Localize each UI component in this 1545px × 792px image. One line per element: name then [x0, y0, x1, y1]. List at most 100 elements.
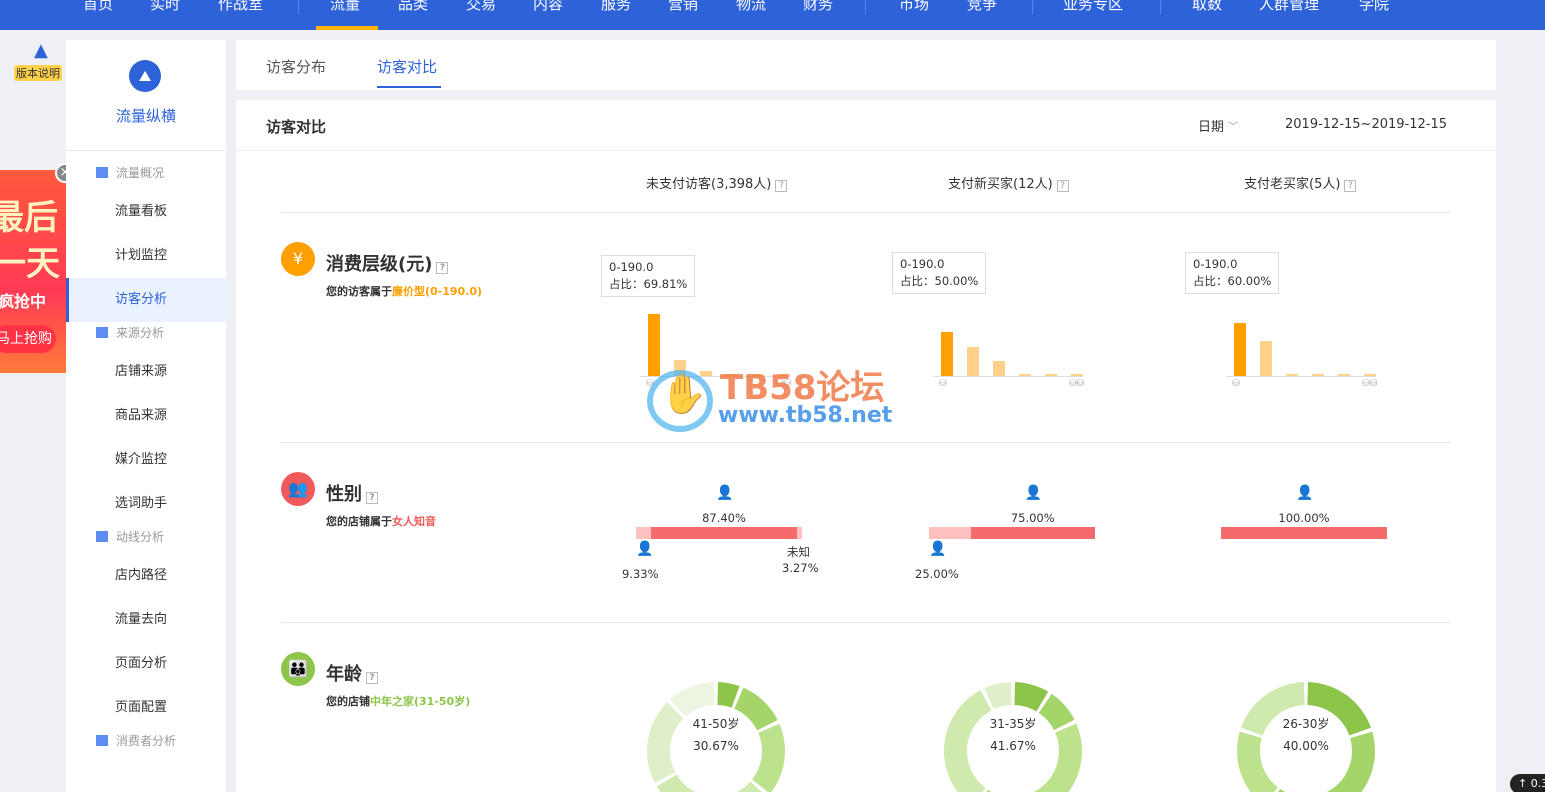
- tooltip-range: 0-190.0: [900, 257, 945, 271]
- nav-item[interactable]: 作战室: [218, 0, 263, 14]
- nav-item[interactable]: 首页: [83, 0, 113, 14]
- divider: [281, 442, 1451, 443]
- nav-separator: [865, 0, 866, 14]
- nav-item[interactable]: 交易: [466, 0, 496, 14]
- help-icon[interactable]: ?: [366, 672, 378, 684]
- nav-item[interactable]: 营销: [668, 0, 698, 14]
- divider: [236, 150, 1496, 151]
- nav-separator: [1032, 0, 1033, 14]
- sidebar-item[interactable]: 访客分析: [66, 278, 226, 322]
- age-donut-chart: [1237, 682, 1375, 792]
- version-notes-widget[interactable]: ▲ 版本说明: [14, 40, 66, 82]
- help-icon[interactable]: ?: [1344, 180, 1357, 192]
- tooltip-ratio: 占比：60.00%: [1193, 274, 1272, 288]
- female-percent: 87.40%: [702, 511, 746, 525]
- sidebar-item[interactable]: 店内路径: [66, 554, 226, 598]
- help-icon[interactable]: ?: [1056, 180, 1069, 192]
- age-donut-value: 40.00%: [1283, 739, 1329, 753]
- nav-item[interactable]: 物流: [736, 0, 766, 14]
- spend-bar: [1260, 340, 1272, 376]
- nav-item[interactable]: 人群管理: [1259, 0, 1319, 14]
- spend-subtitle: 您的访客属于廉价型(0-190.0): [326, 283, 482, 299]
- age-title: 年龄?: [326, 660, 378, 686]
- version-notes-label: 版本说明: [14, 65, 62, 81]
- gender-bar-male: [636, 527, 652, 539]
- nav-item[interactable]: 品类: [398, 0, 428, 14]
- gender-bar-female: [970, 527, 1095, 539]
- spend-title: 消费层级(元)?: [326, 250, 449, 276]
- sidebar-item[interactable]: 流量看板: [66, 190, 226, 234]
- gender-subtitle: 您的店铺属于女人知音: [326, 513, 436, 529]
- female-person-icon: 👤: [716, 485, 734, 501]
- sidebar-item[interactable]: 媒介监控: [66, 438, 226, 482]
- promo-banner[interactable]: 最后 一天 疯抢中 马上抢购: [0, 170, 66, 373]
- nav-item[interactable]: 服务: [601, 0, 631, 14]
- nav-item[interactable]: 竞争: [967, 0, 997, 14]
- subtitle-prefix: 您的店铺: [326, 695, 370, 708]
- nav-item[interactable]: 学院: [1359, 0, 1389, 14]
- female-person-icon: 👤: [1296, 485, 1314, 501]
- coin-stack-icon: ⛁⛁: [1362, 379, 1378, 389]
- date-range: 2019-12-15~2019-12-15: [1285, 117, 1447, 132]
- tab-visitor-distribution[interactable]: 访客分布: [266, 56, 326, 77]
- building-icon: [96, 531, 108, 542]
- nav-item[interactable]: 市场: [899, 0, 929, 14]
- sidebar-item[interactable]: 店铺来源: [66, 350, 226, 394]
- age-donut-slice: [717, 682, 740, 708]
- age-donut-label: 26-30岁: [1282, 717, 1330, 731]
- nav-item[interactable]: 实时: [150, 0, 180, 14]
- promo-line3: 疯抢中: [0, 292, 47, 311]
- column-header-unpaid: 未支付访客(3,398人)?: [646, 173, 788, 192]
- age-subtitle: 您的店铺中年之家(31-50岁): [326, 693, 470, 709]
- age-donut-value: 30.67%: [693, 739, 739, 753]
- main-panel: 访客对比 日期 ﹀ 2019-12-15~2019-12-15 未支付访客(3,…: [236, 100, 1496, 792]
- help-icon[interactable]: ?: [366, 492, 378, 504]
- sidebar-group-label: 动线分析: [116, 530, 165, 544]
- spend-bar: [1286, 374, 1298, 376]
- nav-item[interactable]: 取数: [1192, 0, 1222, 14]
- sidebar-item[interactable]: 流量去向: [66, 598, 226, 642]
- male-person-icon: 👤: [636, 541, 654, 557]
- sidebar-item[interactable]: 商品来源: [66, 394, 226, 438]
- coin-stack-icon: ⛁⛁: [1069, 379, 1085, 389]
- tooltip-range: 0-190.0: [609, 260, 654, 274]
- help-icon[interactable]: ?: [436, 262, 449, 274]
- spend-bar: [648, 314, 660, 376]
- people-icon: 👥: [281, 472, 315, 506]
- sidebar-title: 流量纵横: [115, 107, 176, 125]
- sidebar-item[interactable]: 计划监控: [66, 234, 226, 278]
- sidebar-item[interactable]: 页面分析: [66, 642, 226, 686]
- date-selector[interactable]: 日期: [1198, 116, 1224, 135]
- spend-tooltip: 0-190.0 占比：69.81%: [601, 255, 696, 297]
- spend-title-text: 消费层级(元): [326, 254, 433, 275]
- subtitle-value: 女人知音: [392, 515, 436, 528]
- panel-title: 访客对比: [266, 118, 327, 136]
- chevron-down-icon[interactable]: ﹀: [1228, 118, 1238, 133]
- nav-item[interactable]: 流量: [330, 0, 360, 14]
- sidebar-group: 动线分析: [96, 528, 164, 545]
- nav-item[interactable]: 内容: [533, 0, 563, 14]
- gender-title: 性别?: [326, 480, 378, 506]
- column-header-label: 未支付访客(3,398人): [646, 177, 772, 192]
- traffic-logo-icon: ⛰: [129, 60, 161, 92]
- tab-visitor-compare[interactable]: 访客对比: [377, 56, 437, 77]
- spend-bar: [1019, 374, 1031, 376]
- rocket-icon: ▲: [34, 40, 48, 61]
- promo-buy-button[interactable]: 马上抢购: [0, 325, 56, 353]
- sidebar-item[interactable]: 页面配置: [66, 686, 226, 730]
- female-percent: 100.00%: [1278, 511, 1330, 525]
- sidebar: ⛰ 流量纵横 流量概况 流量看板 计划监控 访客分析 来源分析 店铺来源 商品来源 媒介监控选…: [66, 40, 226, 792]
- sidebar-item[interactable]: 选词助手: [66, 482, 226, 526]
- unknown-label: 未知: [787, 545, 810, 559]
- nav-item[interactable]: 业务专区: [1063, 0, 1123, 14]
- help-icon[interactable]: ?: [775, 180, 788, 192]
- sidebar-group-label: 流量概况: [116, 166, 165, 180]
- sidebar-group-label: 消费者分析: [116, 734, 177, 748]
- nav-item[interactable]: 财务: [803, 0, 833, 14]
- corner-widget[interactable]: ↑ 0.3: [1510, 774, 1545, 792]
- chart-axis: [933, 376, 1083, 377]
- coin-small-icon: ⛁: [939, 379, 947, 389]
- age-title-text: 年龄: [326, 664, 362, 685]
- age-donut-label: 41-50岁: [692, 717, 740, 731]
- sidebar-group: 流量概况: [96, 164, 164, 181]
